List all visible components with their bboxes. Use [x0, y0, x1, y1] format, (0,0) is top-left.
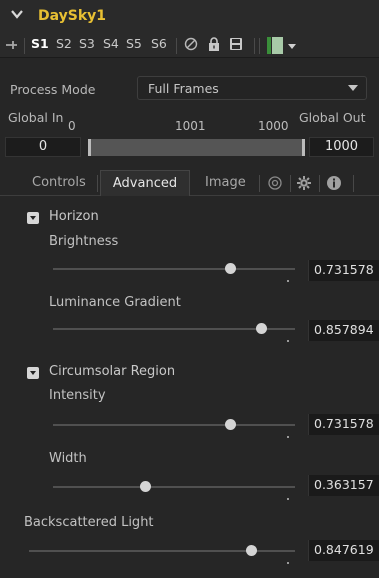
tab-bar: Controls Advanced Image [10, 170, 372, 196]
gear-icon[interactable] [296, 175, 312, 191]
global-in-label: Global In [8, 110, 64, 125]
slot-s2[interactable]: S2 [56, 36, 72, 51]
intensity-slider[interactable] [53, 424, 295, 426]
tool-color-icon[interactable] [267, 37, 271, 54]
tab-image[interactable]: Image [205, 170, 246, 196]
save-icon[interactable] [228, 36, 244, 52]
luminance-gradient-slider-thumb[interactable] [256, 323, 267, 334]
brightness-slider[interactable] [53, 268, 295, 270]
brightness-slider-thumb[interactable] [225, 263, 236, 274]
width-label: Width [49, 451, 87, 466]
slot-s4[interactable]: S4 [103, 36, 119, 51]
slot-s5[interactable]: S5 [126, 36, 142, 51]
info-icon[interactable] [326, 175, 342, 191]
global-out-label: Global Out [299, 110, 366, 125]
process-mode-select[interactable]: Full Frames [137, 76, 367, 100]
circumsolar-collapse-toggle[interactable] [27, 367, 39, 379]
global-out-field[interactable]: 1000 [309, 137, 374, 157]
global-range-slider[interactable] [88, 139, 305, 156]
slot-s6[interactable]: S6 [151, 36, 167, 51]
pin-icon[interactable] [5, 37, 19, 53]
inspector-panel: DaySky1 S1 S2 S3 S4 S5 S6 Process Mode F… [0, 0, 379, 578]
chevron-down-icon[interactable] [10, 7, 24, 21]
width-value-field[interactable]: 0.363157 [308, 475, 379, 496]
intensity-slider-thumb[interactable] [225, 419, 236, 430]
slot-s3[interactable]: S3 [79, 36, 95, 51]
version-toolbar: S1 S2 S3 S4 S5 S6 [0, 32, 379, 58]
bypass-icon[interactable] [183, 36, 199, 52]
intensity-label: Intensity [49, 388, 106, 403]
tab-settings-icon[interactable] [267, 175, 283, 191]
luminance-gradient-value-field[interactable]: 0.857894 [308, 320, 379, 341]
backscattered-light-slider-thumb[interactable] [246, 545, 257, 556]
horizon-collapse-toggle[interactable] [27, 212, 39, 224]
range-start-number: 0 [68, 119, 76, 133]
lock-icon[interactable] [206, 36, 222, 52]
dropdown-arrow-icon[interactable] [287, 41, 297, 51]
tab-advanced[interactable]: Advanced [100, 170, 190, 196]
slot-s1[interactable]: S1 [31, 36, 49, 51]
intensity-value-field[interactable]: 0.731578 [308, 414, 379, 435]
process-mode-value: Full Frames [148, 81, 219, 96]
circumsolar-section-title: Circumsolar Region [49, 364, 176, 379]
process-mode-label: Process Mode [10, 82, 96, 97]
backscattered-light-value-field[interactable]: 0.847619 [308, 540, 379, 561]
width-slider[interactable] [53, 486, 295, 488]
tool-title: DaySky1 [38, 8, 107, 24]
range-mid-number: 1001 [175, 119, 206, 133]
luminance-gradient-label: Luminance Gradient [49, 295, 181, 310]
brightness-label: Brightness [49, 234, 119, 249]
range-end-number: 1000 [258, 119, 289, 133]
brightness-value-field[interactable]: 0.731578 [308, 260, 379, 281]
tool-color-swatch[interactable] [272, 37, 283, 54]
tool-header[interactable]: DaySky1 [0, 0, 379, 32]
backscattered-light-label: Backscattered Light [24, 515, 154, 530]
global-in-field[interactable]: 0 [5, 137, 81, 157]
horizon-section-title: Horizon [49, 209, 99, 224]
width-slider-thumb[interactable] [140, 481, 151, 492]
select-arrow-icon [348, 85, 358, 91]
tab-controls[interactable]: Controls [32, 170, 86, 196]
